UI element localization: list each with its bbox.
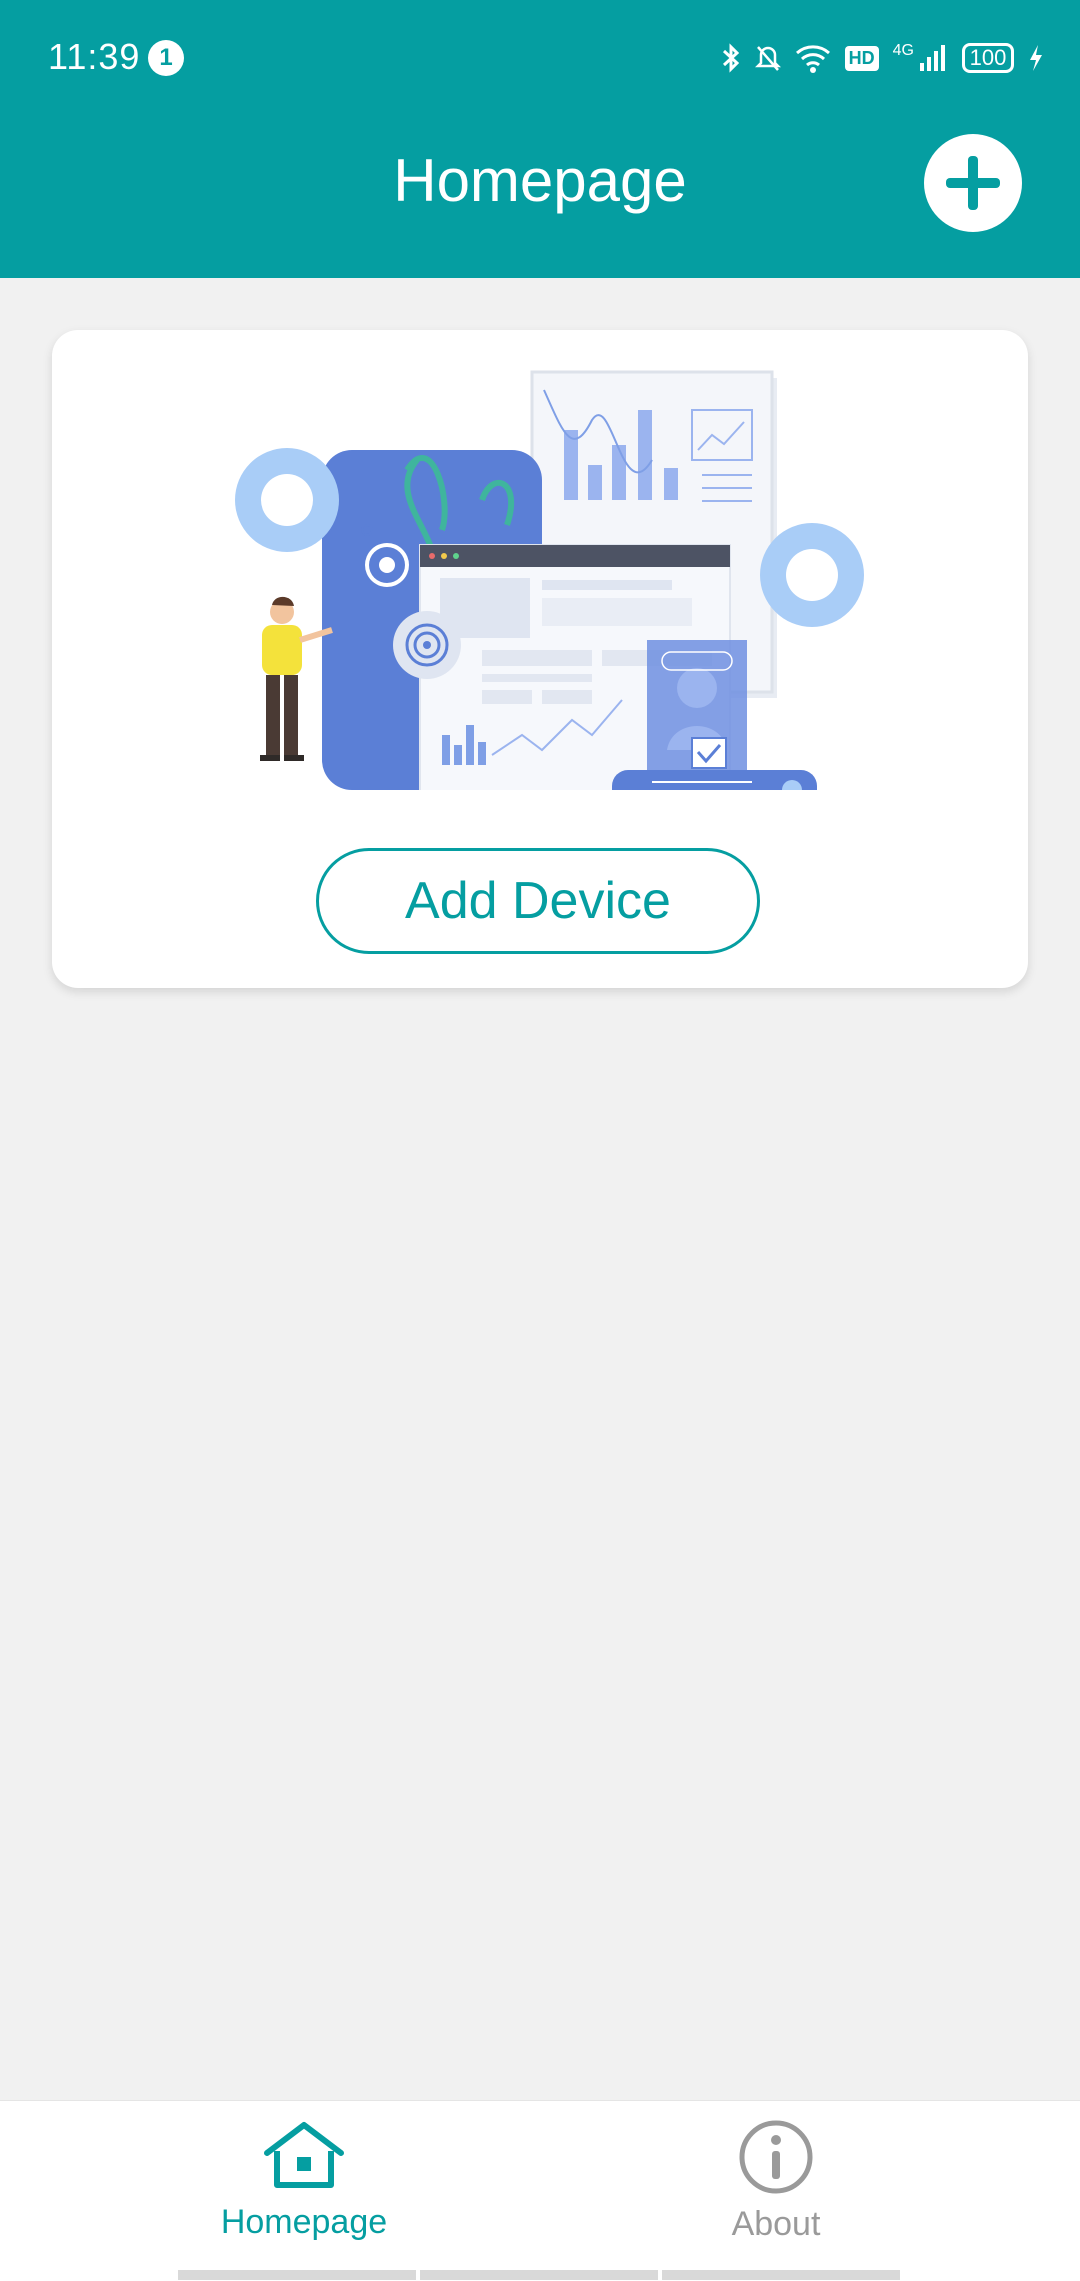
- device-card: Add Device: [52, 330, 1028, 988]
- device-dashboard-illustration: [235, 370, 864, 790]
- hd-badge: HD: [844, 45, 879, 71]
- nav-label-about: About: [731, 2205, 821, 2243]
- gesture-bar-segment: [662, 2270, 900, 2280]
- gesture-bar: [178, 2270, 900, 2280]
- add-device-header-button[interactable]: [924, 134, 1022, 232]
- app-header: 11:39 1 HD 4G 100 Homepage: [0, 0, 1080, 278]
- charging-icon: [1030, 45, 1042, 71]
- battery-indicator: 100: [962, 43, 1014, 73]
- home-icon: [264, 2122, 344, 2188]
- status-icons: HD 4G 100: [721, 38, 1044, 78]
- nav-item-about[interactable]: About: [626, 2119, 926, 2269]
- gesture-bar-segment: [420, 2270, 658, 2280]
- gesture-bar-segment: [178, 2270, 416, 2280]
- nav-label-homepage: Homepage: [220, 2203, 388, 2241]
- add-device-button[interactable]: Add Device: [316, 848, 760, 954]
- page-title: Homepage: [393, 147, 687, 214]
- status-time: 11:39: [48, 36, 141, 77]
- info-icon: [739, 2120, 813, 2194]
- nav-item-homepage[interactable]: Homepage: [154, 2119, 454, 2269]
- notification-badge: 1: [148, 40, 184, 76]
- status-bar: 11:39 1 HD 4G 100: [0, 0, 1080, 114]
- network-type: 4G: [892, 42, 914, 59]
- bluetooth-icon: [722, 43, 739, 73]
- wifi-icon: [795, 45, 830, 73]
- bell-off-icon: [754, 46, 781, 71]
- bottom-nav: Homepage About: [0, 2100, 1080, 2281]
- signal-icon: [920, 45, 945, 71]
